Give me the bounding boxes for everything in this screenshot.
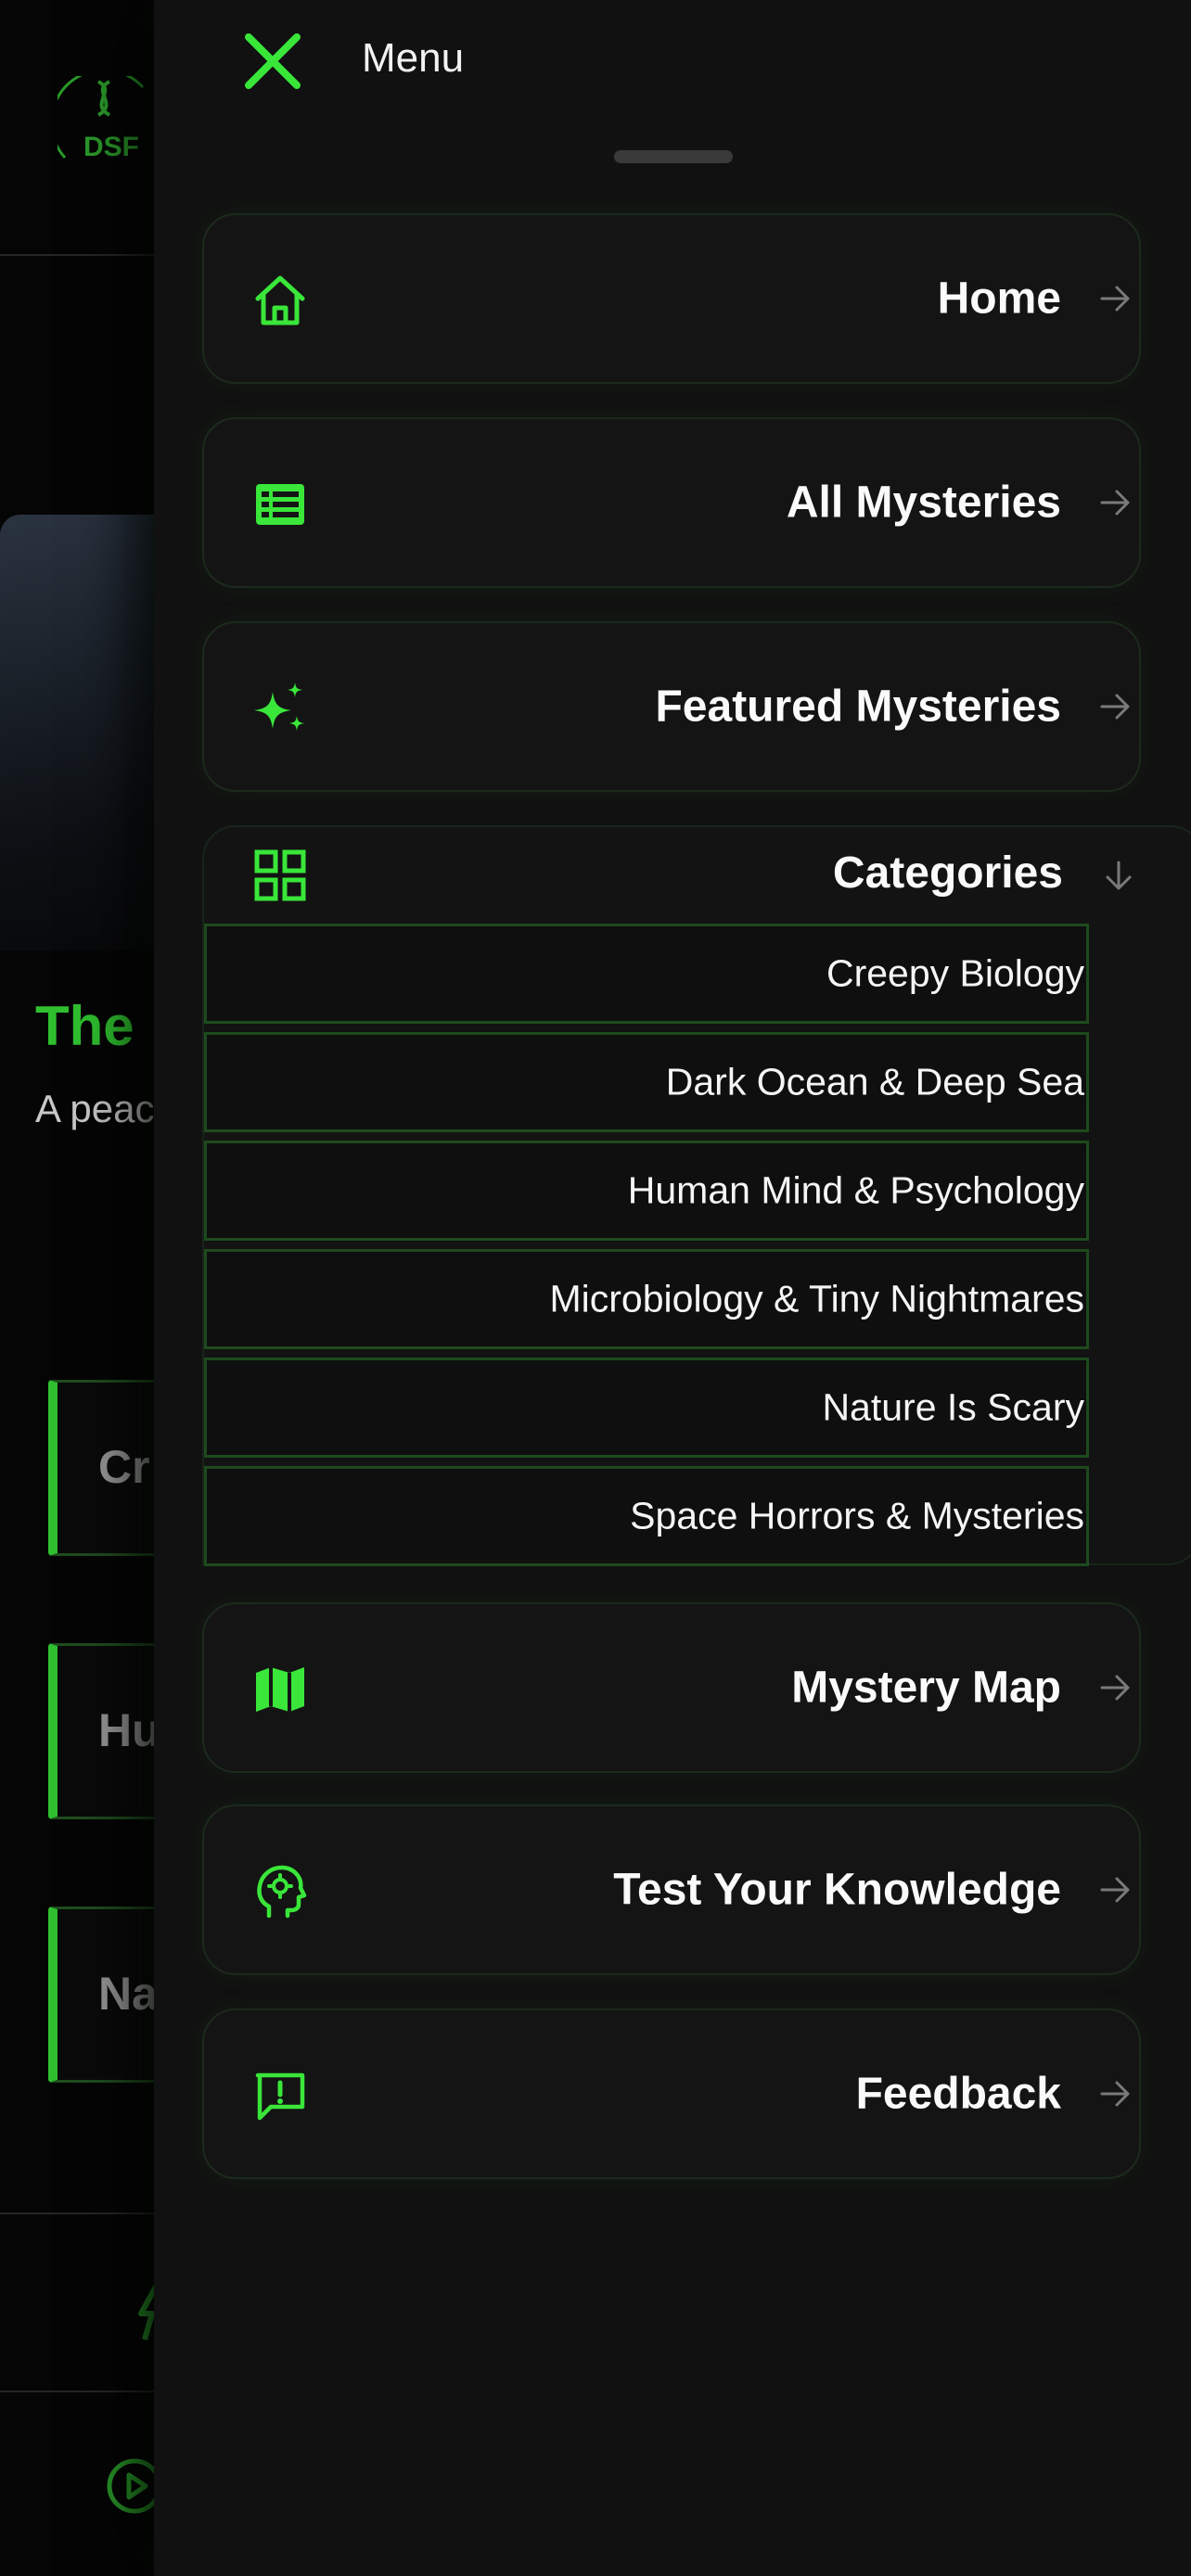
arrow-right-icon	[1100, 490, 1130, 516]
arrow-right-icon	[1100, 2081, 1130, 2107]
nav-all-mysteries-label: All Mysteries	[786, 478, 1061, 528]
nav-all-mysteries[interactable]: All Mysteries	[202, 417, 1141, 588]
menu-title: Menu	[362, 35, 465, 81]
nav-test-your-knowledge[interactable]: Test Your Knowledge	[202, 1804, 1141, 1975]
category-item[interactable]: Space Horrors & Mysteries	[204, 1466, 1089, 1566]
category-item[interactable]: Microbiology & Tiny Nightmares	[204, 1249, 1089, 1349]
nav-mystery-map-label: Mystery Map	[791, 1663, 1061, 1713]
arrow-right-icon	[1100, 286, 1130, 312]
nav-mystery-map[interactable]: Mystery Map	[202, 1602, 1141, 1773]
nav-featured-mysteries-label: Featured Mysteries	[655, 682, 1061, 732]
nav-home[interactable]: Home	[202, 213, 1141, 384]
map-icon	[256, 1667, 304, 1712]
menu-drawer: Menu Home All Mysteries Featured Mysteri…	[154, 0, 1191, 2576]
drag-handle[interactable]	[614, 150, 733, 163]
hero-subtitle: A peac	[35, 1087, 155, 1130]
list-icon	[256, 484, 304, 525]
hero-title: The	[35, 995, 134, 1057]
category-item[interactable]: Dark Ocean & Deep Sea	[204, 1032, 1089, 1132]
nav-featured-mysteries[interactable]: Featured Mysteries	[202, 621, 1141, 792]
categories-section: Categories Creepy Biology Dark Ocean & D…	[202, 825, 1191, 1566]
close-icon[interactable]	[239, 28, 306, 95]
nav-test-your-knowledge-label: Test Your Knowledge	[613, 1865, 1061, 1915]
nav-feedback-label: Feedback	[855, 2069, 1061, 2119]
logo-text: DSF	[83, 132, 139, 162]
category-item[interactable]: Creepy Biology	[204, 924, 1089, 1024]
arrow-right-icon	[1100, 1675, 1130, 1701]
brain-head-icon	[257, 1865, 307, 1919]
categories-toggle[interactable]: Categories	[204, 827, 1143, 924]
sparkles-icon	[254, 682, 304, 731]
dsf-logo: DSF	[58, 76, 145, 162]
feedback-icon	[255, 2072, 305, 2121]
nav-home-label: Home	[937, 274, 1061, 324]
categories-label: Categories	[832, 848, 1063, 898]
arrow-down-icon	[1106, 861, 1132, 890]
grid-icon	[254, 849, 306, 901]
nav-feedback[interactable]: Feedback	[202, 2009, 1141, 2179]
category-item[interactable]: Nature Is Scary	[204, 1358, 1089, 1458]
home-icon	[255, 275, 305, 325]
arrow-right-icon	[1100, 1877, 1130, 1903]
category-item[interactable]: Human Mind & Psychology	[204, 1141, 1089, 1241]
arrow-right-icon	[1100, 694, 1130, 720]
